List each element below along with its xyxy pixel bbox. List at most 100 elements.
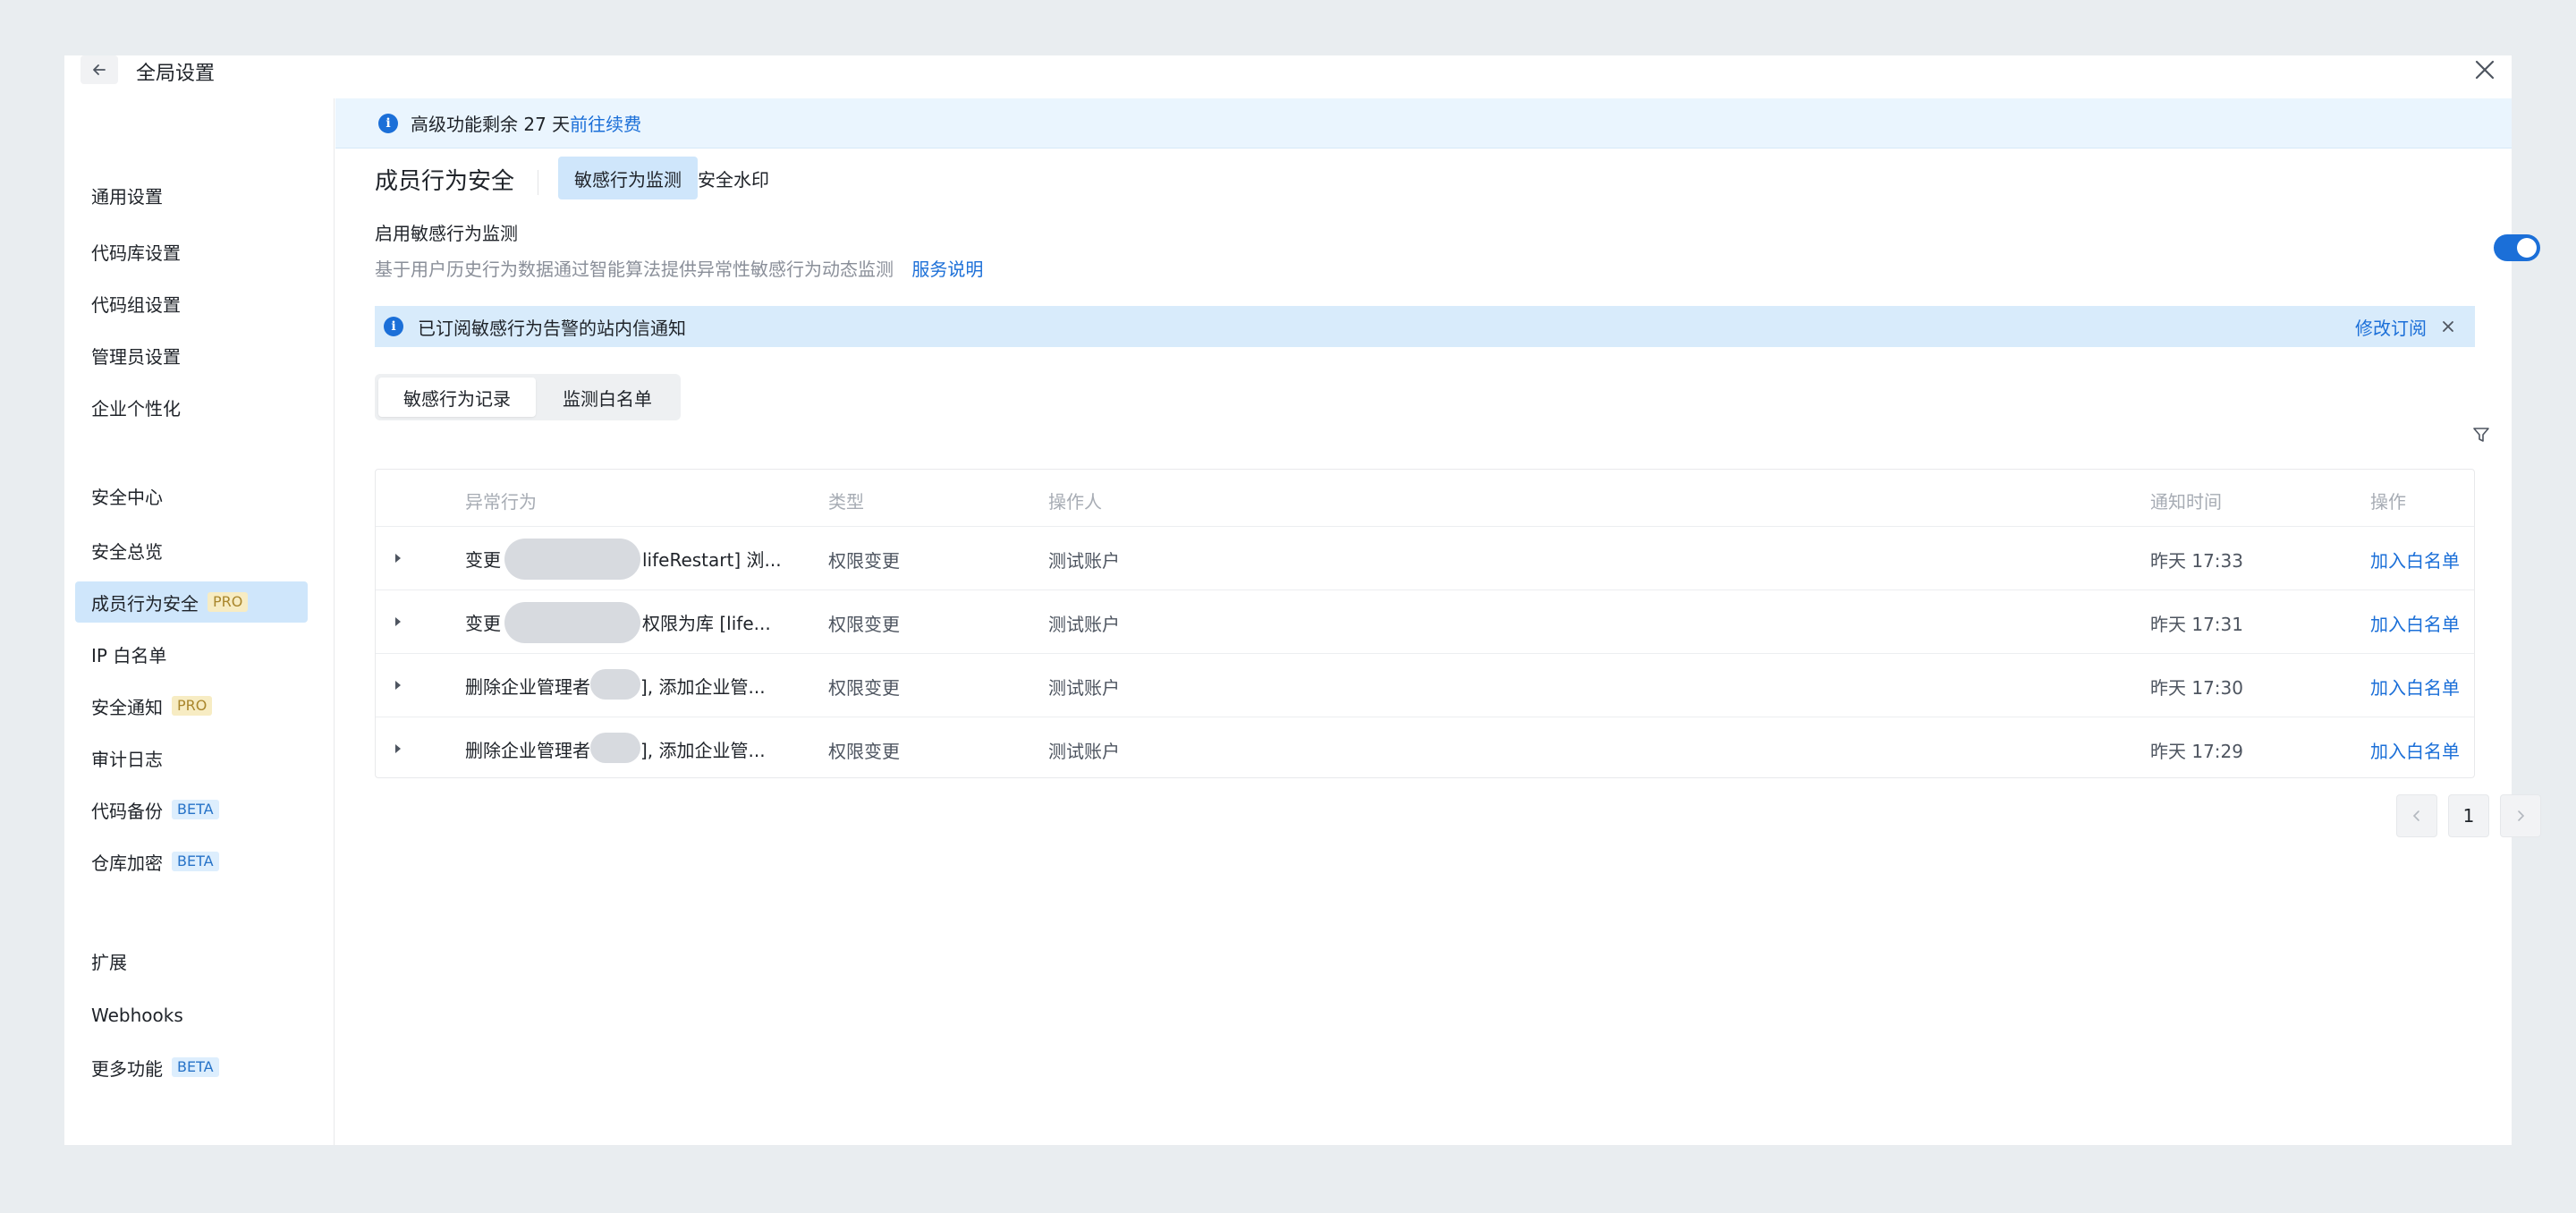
sidebar-item-webhooks[interactable]: Webhooks bbox=[75, 995, 308, 1036]
add-to-whitelist-link[interactable]: 加入白名单 bbox=[2370, 737, 2460, 763]
back-button[interactable] bbox=[80, 55, 118, 84]
type-cell: 权限变更 bbox=[828, 550, 900, 572]
filter-button[interactable] bbox=[2469, 422, 2494, 447]
sidebar-item-repo-encryption[interactable]: 仓库加密 BETA bbox=[75, 841, 308, 882]
info-icon: i bbox=[378, 113, 398, 133]
behavior-prefix: 变更 bbox=[465, 613, 501, 634]
settings-main: i 高级功能剩余 27 天 前往续费 成员行为安全 敏感行为监测 安全水印 启用… bbox=[335, 98, 2541, 1145]
sidebar-item-more-features[interactable]: 更多功能 BETA bbox=[75, 1047, 308, 1088]
sidebar-item-label: 企业个性化 bbox=[91, 397, 181, 420]
operator-cell: 测试账户 bbox=[1048, 741, 1120, 762]
close-icon bbox=[2475, 60, 2495, 80]
sidebar-item-label: 仓库加密 bbox=[91, 852, 163, 874]
renew-link[interactable]: 前往续费 bbox=[570, 110, 641, 136]
expand-row-button[interactable] bbox=[392, 612, 404, 632]
behavior-suffix: ], 添加企业管... bbox=[640, 676, 766, 698]
tab-behavior-records[interactable]: 敏感行为记录 bbox=[378, 377, 536, 417]
modify-subscription-link[interactable]: 修改订阅 bbox=[2355, 314, 2427, 340]
notice-close-button[interactable] bbox=[2439, 318, 2457, 335]
global-settings-dialog: 全局设置 通用设置 代码库设置 代码组设置 管理员设置 企业个性化 安全中心 安… bbox=[64, 55, 2541, 1145]
add-to-whitelist-link[interactable]: 加入白名单 bbox=[2370, 674, 2460, 700]
monitoring-setting-desc: 基于用户历史行为数据通过智能算法提供异常性敏感行为动态监测 服务说明 bbox=[375, 255, 983, 281]
add-to-whitelist-link[interactable]: 加入白名单 bbox=[2370, 610, 2460, 636]
expand-row-button[interactable] bbox=[392, 548, 404, 568]
sidebar-item-label: 审计日志 bbox=[91, 748, 163, 770]
behavior-prefix: 删除企业管理者 bbox=[465, 740, 590, 761]
column-header-operator: 操作人 bbox=[1048, 491, 1102, 513]
chevron-right-icon bbox=[2518, 810, 2525, 821]
behavior-suffix: lifeRestart] 浏... bbox=[642, 549, 782, 571]
redacted-mask bbox=[590, 732, 640, 763]
caret-right-icon bbox=[395, 744, 401, 753]
beta-badge: BETA bbox=[172, 852, 219, 871]
sidebar-group-extensions: 扩展 bbox=[91, 952, 127, 973]
type-cell: 权限变更 bbox=[828, 614, 900, 635]
caret-right-icon bbox=[395, 554, 401, 563]
sidebar-item-security-notice[interactable]: 安全通知 PRO bbox=[75, 685, 308, 726]
arrow-left-icon bbox=[93, 64, 106, 75]
monitoring-setting-label: 启用敏感行为监测 bbox=[375, 223, 518, 244]
table-row: 变更 lifeRestart] 浏... 权限变更 测试账户 昨天 17:33 … bbox=[376, 527, 2474, 590]
filter-icon bbox=[2473, 428, 2489, 442]
behavior-cell: 变更 lifeRestart] 浏... bbox=[465, 527, 782, 590]
sidebar-item-label: IP 白名单 bbox=[91, 644, 167, 666]
dialog-title: 全局设置 bbox=[136, 63, 216, 85]
behavior-cell: 删除企业管理者 ], 添加企业管... bbox=[465, 717, 766, 781]
sidebar-group-security: 安全中心 bbox=[91, 487, 163, 508]
next-page-button[interactable] bbox=[2500, 794, 2541, 837]
sidebar-item-admin-settings[interactable]: 管理员设置 bbox=[75, 335, 308, 376]
sidebar-item-label: Webhooks bbox=[91, 1005, 183, 1026]
sidebar-group-general: 通用设置 bbox=[91, 186, 163, 208]
sidebar-item-label: 成员行为安全 bbox=[91, 592, 199, 615]
pro-badge: PRO bbox=[172, 696, 213, 716]
close-button[interactable] bbox=[2469, 55, 2501, 84]
sidebar-item-security-overview[interactable]: 安全总览 bbox=[75, 530, 308, 571]
operator-cell: 测试账户 bbox=[1048, 550, 1120, 572]
tab-whitelist[interactable]: 监测白名单 bbox=[538, 377, 677, 417]
caret-right-icon bbox=[395, 681, 401, 690]
sensitive-behavior-table: 异常行为 类型 操作人 通知时间 操作 变更 lifeRestart] 浏...… bbox=[375, 469, 2475, 778]
sidebar-item-code-backup[interactable]: 代码备份 BETA bbox=[75, 789, 308, 830]
type-cell: 权限变更 bbox=[828, 677, 900, 699]
notice-actions: 修改订阅 bbox=[2355, 306, 2457, 347]
sidebar-item-member-behavior[interactable]: 成员行为安全 PRO bbox=[75, 581, 308, 623]
record-tabs: 敏感行为记录 监测白名单 bbox=[375, 374, 681, 420]
sidebar-item-personalization[interactable]: 企业个性化 bbox=[75, 386, 308, 428]
table-row: 删除企业管理者 ], 添加企业管... 权限变更 测试账户 昨天 17:30 加… bbox=[376, 654, 2474, 717]
sidebar-item-repo-settings[interactable]: 代码库设置 bbox=[75, 231, 308, 272]
expand-row-button[interactable] bbox=[392, 675, 404, 695]
sidebar-item-label: 代码库设置 bbox=[91, 242, 181, 264]
pro-badge: PRO bbox=[208, 592, 249, 612]
subscription-notice-text: 已订阅敏感行为告警的站内信通知 bbox=[418, 317, 686, 339]
service-info-link[interactable]: 服务说明 bbox=[911, 259, 983, 280]
expand-row-button[interactable] bbox=[392, 739, 404, 759]
sidebar-item-audit-log[interactable]: 审计日志 bbox=[75, 737, 308, 778]
info-icon: i bbox=[384, 317, 403, 336]
column-header-time: 通知时间 bbox=[2150, 491, 2222, 513]
time-cell: 昨天 17:33 bbox=[2150, 550, 2243, 572]
monitoring-toggle[interactable] bbox=[2494, 234, 2540, 261]
tab-security-watermark[interactable]: 安全水印 bbox=[682, 157, 785, 199]
sidebar-item-ip-whitelist[interactable]: IP 白名单 bbox=[75, 633, 308, 674]
add-to-whitelist-link[interactable]: 加入白名单 bbox=[2370, 547, 2460, 573]
column-header-behavior: 异常行为 bbox=[465, 491, 537, 513]
toggle-knob bbox=[2517, 238, 2537, 258]
beta-badge: BETA bbox=[172, 1057, 219, 1077]
type-cell: 权限变更 bbox=[828, 741, 900, 762]
operator-cell: 测试账户 bbox=[1048, 677, 1120, 699]
settings-sidebar: 通用设置 代码库设置 代码组设置 管理员设置 企业个性化 安全中心 安全总览 成… bbox=[64, 98, 335, 1145]
column-header-type: 类型 bbox=[828, 491, 864, 513]
page-number-button[interactable]: 1 bbox=[2448, 794, 2489, 837]
behavior-cell: 变更 权限为库 [life... bbox=[465, 590, 771, 654]
redacted-mask bbox=[504, 601, 640, 643]
behavior-suffix: 权限为库 [life... bbox=[642, 613, 771, 634]
tab-sensitive-monitoring[interactable]: 敏感行为监测 bbox=[558, 157, 698, 199]
sidebar-item-label: 代码组设置 bbox=[91, 293, 181, 316]
trial-banner-text: 高级功能剩余 27 天 bbox=[411, 114, 571, 135]
table-header: 异常行为 类型 操作人 通知时间 操作 bbox=[376, 470, 2474, 527]
prev-page-button[interactable] bbox=[2396, 794, 2437, 837]
behavior-prefix: 变更 bbox=[465, 549, 501, 571]
behavior-suffix: ], 添加企业管... bbox=[640, 740, 766, 761]
redacted-mask bbox=[504, 538, 640, 580]
sidebar-item-group-settings[interactable]: 代码组设置 bbox=[75, 283, 308, 324]
